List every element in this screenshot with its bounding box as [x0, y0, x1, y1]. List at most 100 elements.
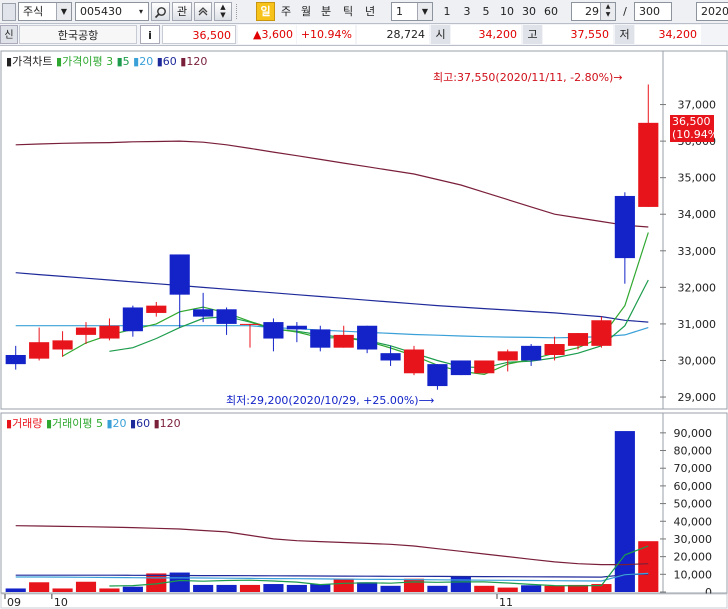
legend-ma-3: 3 [106, 55, 114, 68]
period-week-button[interactable]: 주 [278, 3, 294, 20]
volume-bar [193, 584, 214, 592]
period-month-button[interactable]: 월 [298, 3, 314, 20]
period-unit-value: 1 [396, 5, 403, 18]
current-price-tag: 36,500 (10.94%) [670, 115, 723, 142]
x-axis-label: 09 [7, 596, 21, 609]
high-label: 고 [523, 25, 542, 44]
volume-bar [333, 578, 354, 592]
candle-body [52, 340, 73, 350]
legend-ma-60: 60 [162, 55, 177, 68]
price-chart-panel[interactable]: 37,00036,00035,00034,00033,00032,00031,0… [0, 50, 728, 410]
candle-body [544, 344, 565, 355]
volume-bar [310, 584, 331, 592]
date-input[interactable]: 2020/ [696, 2, 728, 21]
low-value: 34,200 [635, 25, 701, 44]
display-count-stepper[interactable]: 29 ▲ ▼ [571, 2, 616, 21]
volume-bar [5, 588, 26, 592]
interest-button[interactable]: 관 [172, 2, 192, 21]
chart-toolbar: 주식 ▼ 005430 ▾ 관 ▲ ▼ 일 주 월 분 틱 년 1 ▼ 1 3 5… [0, 0, 728, 24]
volume: 28,724 [357, 25, 429, 44]
quick-period-1[interactable]: 1 [439, 3, 455, 20]
legend-ma-5: 5 [122, 55, 130, 68]
count-separator: / [623, 5, 627, 18]
row-grip [2, 3, 16, 21]
market-type-label: 주식 [23, 5, 44, 18]
period-tick-button[interactable]: 틱 [340, 3, 356, 20]
candle-body [333, 334, 354, 348]
prev-next-stepper[interactable]: ▲ ▼ [214, 2, 232, 21]
info-button[interactable]: i [140, 25, 160, 44]
chevron-down-icon[interactable]: ▼ [56, 3, 71, 20]
volume-bar [450, 576, 471, 592]
low-label: 저 [615, 25, 634, 44]
candle-body [99, 325, 120, 339]
total-count-input[interactable]: 300 [634, 2, 672, 21]
volume-bar [122, 586, 143, 592]
volume-y-tick-label: 80,000 [674, 445, 713, 458]
volume-bar [497, 587, 518, 592]
period-unit-select[interactable]: 1 ▼ [391, 2, 433, 21]
volume-bar [544, 585, 565, 592]
total-count-value: 300 [639, 5, 660, 18]
volume-bar [29, 582, 50, 592]
volume-y-tick-label: 90,000 [674, 427, 713, 440]
price-y-tick-label: 31,000 [678, 318, 717, 331]
volume-y-tick-label: 40,000 [674, 515, 713, 528]
chevron-down-icon[interactable]: ▼ [417, 3, 432, 20]
candle-body [427, 364, 448, 387]
candle-body [497, 351, 518, 361]
open-value: 34,200 [451, 25, 521, 44]
candle-body [357, 325, 378, 350]
high-value: 37,550 [543, 25, 613, 44]
link-button[interactable] [194, 2, 212, 21]
quick-period-60[interactable]: 60 [542, 3, 560, 20]
stock-code-input[interactable]: 005430 ▾ [75, 2, 149, 21]
high-price-annotation: 최고:37,550(2020/11/11, -2.80%)→ [433, 71, 623, 84]
volume-chart[interactable]: 90,000 80,000 70,000 60,000 50,000 40,000 30,0… [0, 412, 728, 609]
date-value: 2020/ [701, 5, 728, 18]
open-label: 시 [431, 25, 450, 44]
legend-ma-20: 20 [139, 55, 154, 68]
price-legend-ma-label: 가격이평 [62, 55, 103, 68]
volume-bar [357, 582, 378, 592]
candle-body [614, 195, 635, 259]
volume-bar [52, 588, 73, 592]
stock-code-value: 005430 [80, 5, 122, 18]
spin-arrows-icon[interactable]: ▲ ▼ [600, 3, 615, 20]
vol-legend-ma-5: 5 [95, 417, 103, 430]
candle-body [591, 320, 612, 346]
candle-body [216, 309, 237, 324]
volume-chart-panel[interactable]: 90,000 80,000 70,000 60,000 50,000 40,000 30,0… [0, 412, 728, 609]
volume-y-tick-label: 10,000 [674, 568, 713, 581]
volume-y-tick-label: 60,000 [674, 480, 713, 493]
market-type-select[interactable]: 주식 ▼ [18, 2, 72, 21]
period-day-button[interactable]: 일 [256, 2, 275, 21]
candle-body [638, 122, 659, 207]
quick-period-5[interactable]: 5 [478, 3, 494, 20]
display-count-value: 29 [585, 5, 599, 18]
candle-body [310, 329, 331, 348]
x-axis-label: 11 [499, 596, 513, 609]
volume-legend-title: 거래량 [12, 417, 43, 430]
quick-period-30[interactable]: 30 [520, 3, 538, 20]
price-chart[interactable]: 37,00036,00035,00034,00033,00032,00031,0… [0, 50, 728, 410]
period-year-button[interactable]: 년 [362, 3, 378, 20]
search-button[interactable] [151, 2, 170, 21]
candle-body [75, 327, 97, 335]
period-minute-button[interactable]: 분 [318, 3, 334, 20]
chevron-down-icon[interactable]: ▾ [134, 3, 148, 20]
quick-period-3[interactable]: 3 [459, 3, 475, 20]
toolbar-divider [236, 4, 246, 19]
volume-bar [263, 584, 284, 592]
quick-period-10[interactable]: 10 [498, 3, 516, 20]
candle-body [286, 325, 307, 330]
volume-y-tick-label: 50,000 [674, 498, 713, 511]
price-y-tick-label: 33,000 [678, 245, 717, 258]
current-price: 36,500 [162, 25, 236, 44]
candle-body [450, 360, 471, 376]
candle-body [146, 305, 167, 313]
candle-body [474, 360, 495, 374]
price-y-tick-label: 37,000 [678, 99, 717, 112]
price-y-tick-label: 35,000 [678, 172, 717, 185]
price-legend: ▮가격차트 ▮가격이평 3 ▮5 ▮20 ▮60 ▮120 [6, 53, 207, 69]
